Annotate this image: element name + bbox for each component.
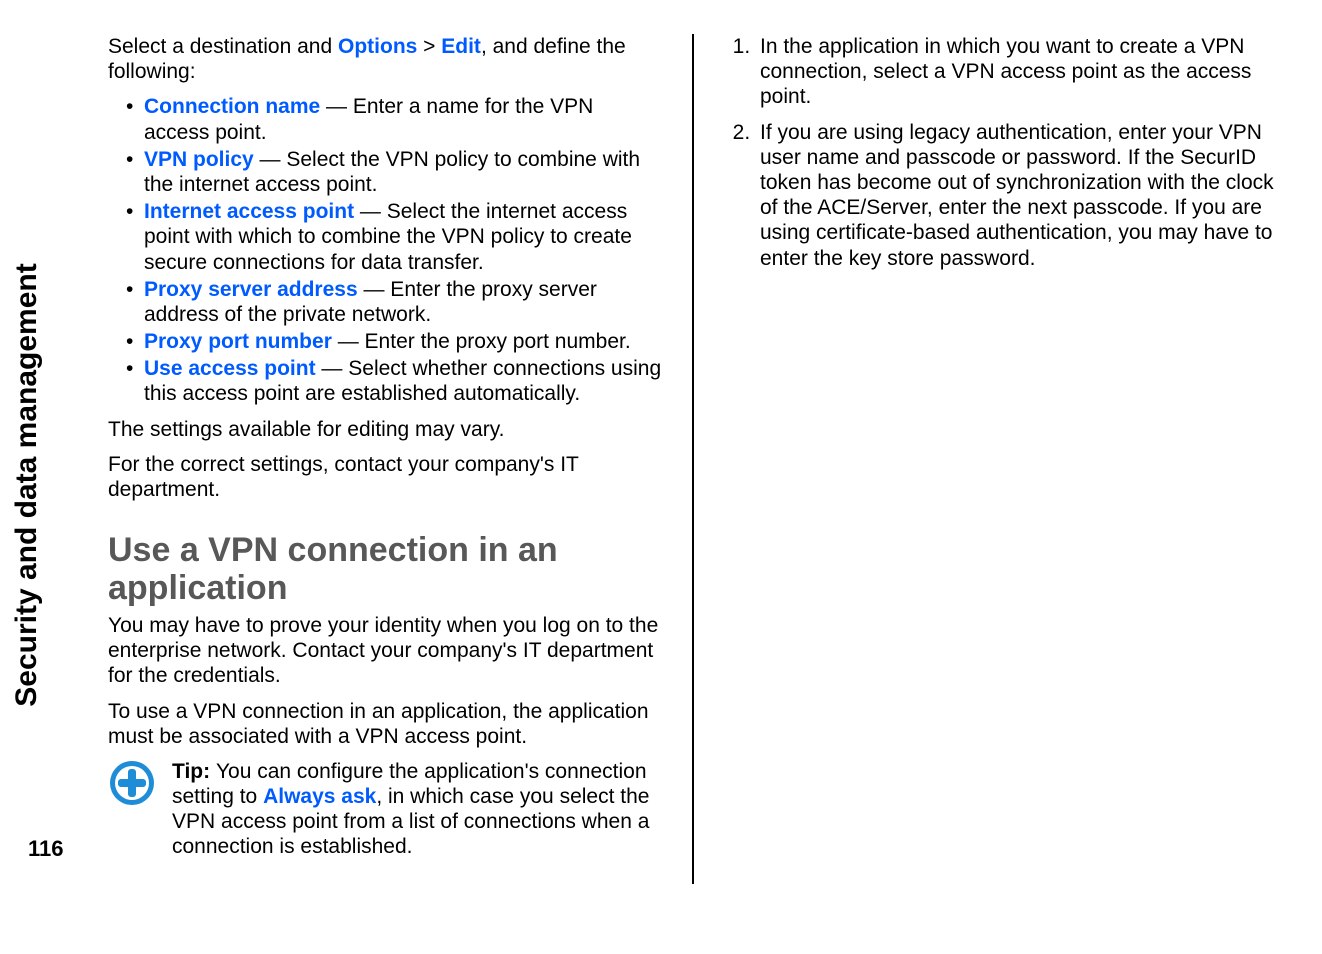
intro-text-pre: Select a destination and xyxy=(108,35,338,58)
note-paragraph: For the correct settings, contact your c… xyxy=(108,452,662,502)
list-item: Internet access point — Select the inter… xyxy=(126,199,662,275)
list-item: Proxy port number — Enter the proxy port… xyxy=(126,329,662,354)
breadcrumb-separator: > xyxy=(417,35,441,58)
setting-term: Proxy port number xyxy=(144,330,332,353)
list-item: Connection name — Enter a name for the V… xyxy=(126,94,662,144)
list-item: If you are using legacy authentication, … xyxy=(756,120,1278,271)
chapter-sidebar-title: Security and data management xyxy=(10,263,44,706)
column-divider xyxy=(692,34,694,884)
setting-term: Use access point xyxy=(144,357,316,380)
body-paragraph: To use a VPN connection in an applicatio… xyxy=(108,699,662,749)
tip-plus-icon xyxy=(108,759,156,807)
setting-description: — Enter the proxy port number. xyxy=(332,330,631,353)
page-number: 116 xyxy=(28,836,64,862)
setting-term: Connection name xyxy=(144,95,320,118)
settings-bullet-list: Connection name — Enter a name for the V… xyxy=(108,94,662,406)
setting-term: VPN policy xyxy=(144,148,254,171)
options-ui-label: Options xyxy=(338,35,417,58)
edit-ui-label: Edit xyxy=(441,35,481,58)
setting-term: Proxy server address xyxy=(144,278,358,301)
note-paragraph: The settings available for editing may v… xyxy=(108,417,662,442)
text-column-right: In the application in which you want to … xyxy=(724,34,1278,884)
setting-term: Internet access point xyxy=(144,200,354,223)
tip-text: Tip: You can configure the application's… xyxy=(172,759,662,860)
list-item: Use access point — Select whether connec… xyxy=(126,356,662,406)
text-column-left: Select a destination and Options > Edit,… xyxy=(108,34,662,884)
list-item: VPN policy — Select the VPN policy to co… xyxy=(126,147,662,197)
list-item: In the application in which you want to … xyxy=(756,34,1278,110)
list-item: Proxy server address — Enter the proxy s… xyxy=(126,277,662,327)
intro-paragraph: Select a destination and Options > Edit,… xyxy=(108,34,662,84)
body-paragraph: You may have to prove your identity when… xyxy=(108,613,662,689)
always-ask-ui-label: Always ask xyxy=(263,785,376,808)
section-heading: Use a VPN connection in an application xyxy=(108,532,662,607)
tip-label: Tip: xyxy=(172,760,216,783)
tip-block: Tip: You can configure the application's… xyxy=(108,759,662,860)
numbered-steps: In the application in which you want to … xyxy=(724,34,1278,271)
